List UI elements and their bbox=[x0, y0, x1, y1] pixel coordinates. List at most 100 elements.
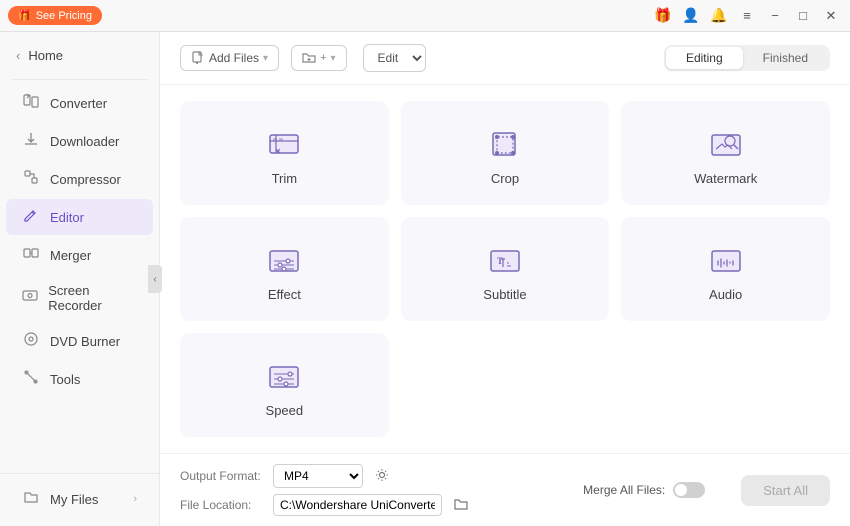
back-icon: ‹ bbox=[16, 48, 20, 63]
my-files-arrow: › bbox=[133, 493, 137, 505]
app-body: ‹ Home Converter Downloader bbox=[0, 32, 850, 526]
watermark-label: Watermark bbox=[694, 171, 757, 186]
converter-label: Converter bbox=[50, 96, 107, 111]
merger-label: Merger bbox=[50, 248, 91, 263]
tools-icon bbox=[22, 369, 40, 389]
browse-folder-button[interactable] bbox=[450, 495, 472, 516]
sidebar-item-compressor[interactable]: Compressor bbox=[6, 161, 153, 197]
editor-icon bbox=[22, 207, 40, 227]
sidebar-collapse-button[interactable]: ‹ bbox=[148, 265, 162, 293]
add-files-label: Add Files bbox=[209, 51, 259, 65]
downloader-label: Downloader bbox=[50, 134, 119, 149]
file-location-row: File Location: bbox=[180, 494, 472, 516]
tools-label: Tools bbox=[50, 372, 80, 387]
home-label: Home bbox=[28, 48, 63, 63]
sidebar-item-dvd-burner[interactable]: DVD Burner bbox=[6, 323, 153, 359]
dvd-burner-icon bbox=[22, 331, 40, 351]
content-footer: Output Format: MP4 File Location: bbox=[160, 453, 850, 526]
subtitle-card[interactable]: T Subtitle bbox=[401, 217, 610, 321]
merge-toggle[interactable] bbox=[673, 482, 705, 498]
merge-label: Merge All Files: bbox=[583, 483, 665, 497]
add-folder-button[interactable]: + ▾ bbox=[291, 45, 346, 71]
add-folder-label: + bbox=[320, 52, 326, 64]
user-button[interactable]: 👤 bbox=[680, 5, 702, 27]
screen-recorder-icon bbox=[22, 288, 38, 308]
edit-dropdown[interactable]: Edit bbox=[363, 44, 426, 72]
sidebar-item-downloader[interactable]: Downloader bbox=[6, 123, 153, 159]
speed-icon bbox=[266, 359, 302, 395]
audio-icon bbox=[708, 243, 744, 279]
downloader-icon bbox=[22, 131, 40, 151]
sidebar-item-editor[interactable]: Editor bbox=[6, 199, 153, 235]
notification-button[interactable]: 🔔 bbox=[708, 5, 730, 27]
gift-button[interactable]: 🎁 bbox=[652, 5, 674, 27]
menu-button[interactable]: ≡ bbox=[736, 5, 758, 27]
add-files-button[interactable]: Add Files ▾ bbox=[180, 45, 279, 71]
footer-settings: Output Format: MP4 File Location: bbox=[180, 464, 472, 516]
effect-label: Effect bbox=[268, 287, 301, 302]
tab-finished[interactable]: Finished bbox=[743, 47, 828, 69]
svg-text:T: T bbox=[497, 256, 503, 266]
title-bar: 🎁 See Pricing 🎁 👤 🔔 ≡ − □ ✕ bbox=[0, 0, 850, 32]
main-content: Add Files ▾ + ▾ Edit Editing Finished bbox=[160, 32, 850, 526]
maximize-button[interactable]: □ bbox=[792, 5, 814, 27]
crop-label: Crop bbox=[491, 171, 519, 186]
sidebar-item-my-files[interactable]: My Files › bbox=[6, 481, 153, 517]
crop-icon bbox=[487, 127, 523, 163]
sidebar-item-tools[interactable]: Tools bbox=[6, 361, 153, 397]
merger-icon bbox=[22, 245, 40, 265]
output-format-label: Output Format: bbox=[180, 469, 265, 483]
watermark-card[interactable]: Watermark bbox=[621, 101, 830, 205]
speed-label: Speed bbox=[266, 403, 304, 418]
close-button[interactable]: ✕ bbox=[820, 5, 842, 27]
editor-label: Editor bbox=[50, 210, 84, 225]
sidebar-item-merger[interactable]: Merger bbox=[6, 237, 153, 273]
minimize-button[interactable]: − bbox=[764, 5, 786, 27]
output-format-select[interactable]: MP4 bbox=[273, 464, 363, 488]
add-folder-icon bbox=[302, 51, 316, 65]
add-file-icon bbox=[191, 51, 205, 65]
add-files-chevron: ▾ bbox=[263, 53, 268, 64]
sidebar-item-converter[interactable]: Converter bbox=[6, 85, 153, 121]
sidebar-item-screen-recorder[interactable]: Screen Recorder bbox=[6, 275, 153, 321]
content-header: Add Files ▾ + ▾ Edit Editing Finished bbox=[160, 32, 850, 85]
editor-grid: Trim Crop bbox=[160, 85, 850, 453]
gift-icon: 🎁 bbox=[18, 9, 32, 22]
compressor-label: Compressor bbox=[50, 172, 121, 187]
tab-group: Editing Finished bbox=[664, 45, 830, 71]
add-folder-chevron: ▾ bbox=[331, 53, 336, 64]
compressor-icon bbox=[22, 169, 40, 189]
tab-editing[interactable]: Editing bbox=[666, 47, 743, 69]
audio-card[interactable]: Audio bbox=[621, 217, 830, 321]
file-location-input[interactable] bbox=[273, 494, 442, 516]
crop-card[interactable]: Crop bbox=[401, 101, 610, 205]
sidebar-bottom: My Files › bbox=[0, 473, 159, 518]
file-location-label: File Location: bbox=[180, 498, 265, 512]
effect-card[interactable]: Effect bbox=[180, 217, 389, 321]
trim-card[interactable]: Trim bbox=[180, 101, 389, 205]
subtitle-icon: T bbox=[487, 243, 523, 279]
watermark-icon bbox=[708, 127, 744, 163]
pricing-label: See Pricing bbox=[36, 10, 92, 22]
trim-label: Trim bbox=[272, 171, 298, 186]
see-pricing-button[interactable]: 🎁 See Pricing bbox=[8, 6, 102, 25]
sidebar-item-home[interactable]: ‹ Home bbox=[0, 40, 159, 71]
effect-icon bbox=[266, 243, 302, 279]
merge-section: Merge All Files: bbox=[583, 482, 705, 498]
converter-icon bbox=[22, 93, 40, 113]
window-controls: 🎁 👤 🔔 ≡ − □ ✕ bbox=[652, 5, 842, 27]
trim-icon bbox=[266, 127, 302, 163]
output-format-row: Output Format: MP4 bbox=[180, 464, 472, 488]
screen-recorder-label: Screen Recorder bbox=[48, 283, 137, 313]
sidebar-wrapper: ‹ Home Converter Downloader bbox=[0, 32, 160, 526]
audio-label: Audio bbox=[709, 287, 742, 302]
sidebar: ‹ Home Converter Downloader bbox=[0, 32, 160, 526]
output-format-settings-button[interactable] bbox=[371, 466, 393, 487]
dvd-burner-label: DVD Burner bbox=[50, 334, 120, 349]
start-all-button[interactable]: Start All bbox=[741, 475, 830, 506]
subtitle-label: Subtitle bbox=[483, 287, 526, 302]
sidebar-divider bbox=[12, 79, 147, 80]
speed-card[interactable]: Speed bbox=[180, 333, 389, 437]
my-files-icon bbox=[22, 489, 40, 509]
my-files-label: My Files bbox=[50, 492, 98, 507]
